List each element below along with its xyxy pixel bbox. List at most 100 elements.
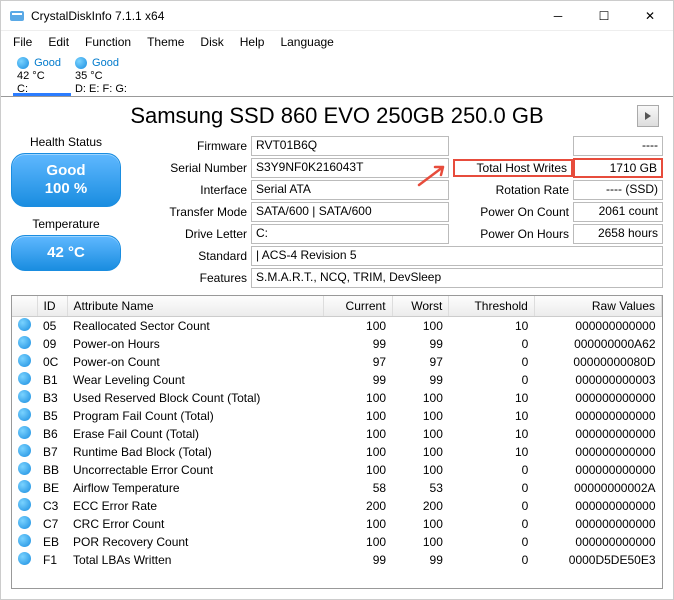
table-row[interactable]: 05Reallocated Sector Count10010010000000… [12,317,662,336]
menu-help[interactable]: Help [232,33,273,51]
cell: 100 [392,317,449,336]
temperature-badge[interactable]: 42 °C [11,235,121,271]
disk-tab-1[interactable]: Good35 °CD: E: F: G: [71,55,137,96]
column-header[interactable]: ID [37,296,67,317]
cell: 99 [392,335,449,353]
tab-status: Good [34,57,61,69]
info-value: | ACS-4 Revision 5 [251,246,663,266]
cell: Uncorrectable Error Count [67,461,324,479]
tab-letters: C: [17,83,28,95]
table-row[interactable]: C7CRC Error Count1001000000000000000 [12,515,662,533]
table-row[interactable]: 09Power-on Hours99990000000000A62 [12,335,662,353]
cell: 100 [324,407,392,425]
play-button[interactable] [637,105,659,127]
cell: 10 [449,389,534,407]
row-status-icon [12,317,37,336]
cell: 0 [449,515,534,533]
cell: 100 [324,425,392,443]
cell: 200 [324,497,392,515]
disk-header: Samsung SSD 860 EVO 250GB 250.0 GB [1,97,673,135]
disk-tab-0[interactable]: Good42 °CC: [13,55,71,96]
cell: 10 [449,407,534,425]
column-header[interactable]: Raw Values [534,296,661,317]
row-status-icon [12,407,37,425]
table-row[interactable]: BBUncorrectable Error Count1001000000000… [12,461,662,479]
health-status-label: Health Status [11,135,121,149]
info-label: Drive Letter [131,227,251,241]
cell: Total LBAs Written [67,551,324,569]
status-dot-icon [75,57,87,69]
disk-title: Samsung SSD 860 EVO 250GB 250.0 GB [130,103,543,129]
side-label: Rotation Rate [453,183,573,197]
maximize-button[interactable]: ☐ [581,1,627,31]
cell: 000000000000 [534,515,661,533]
status-panel: Health Status Good 100 % Temperature 42 … [11,135,121,289]
cell: Airflow Temperature [67,479,324,497]
minimize-button[interactable]: ─ [535,1,581,31]
menu-language[interactable]: Language [272,33,341,51]
row-status-icon [12,497,37,515]
menu-function[interactable]: Function [77,33,139,51]
cell: 00000000080D [534,353,661,371]
cell: 0 [449,497,534,515]
table-row[interactable]: B7Runtime Bad Block (Total)1001001000000… [12,443,662,461]
window-title: CrystalDiskInfo 7.1.1 x64 [31,9,535,23]
cell: Wear Leveling Count [67,371,324,389]
row-status-icon [12,443,37,461]
cell: 100 [324,317,392,336]
table-row[interactable]: B5Program Fail Count (Total)100100100000… [12,407,662,425]
info-value: RVT01B6Q [251,136,449,156]
cell: 0 [449,551,534,569]
row-status-icon [12,479,37,497]
row-status-icon [12,461,37,479]
column-header[interactable]: Threshold [449,296,534,317]
table-row[interactable]: B6Erase Fail Count (Total)10010010000000… [12,425,662,443]
cell: 99 [324,335,392,353]
cell: B5 [37,407,67,425]
tab-letters: D: E: F: G: [75,83,127,95]
table-row[interactable]: B1Wear Leveling Count99990000000000003 [12,371,662,389]
column-header[interactable] [12,296,37,317]
column-header[interactable]: Worst [392,296,449,317]
cell: 58 [324,479,392,497]
close-button[interactable]: ✕ [627,1,673,31]
table-row[interactable]: BEAirflow Temperature5853000000000002A [12,479,662,497]
table-row[interactable]: EBPOR Recovery Count1001000000000000000 [12,533,662,551]
info-label: Firmware [131,139,251,153]
menu-theme[interactable]: Theme [139,33,192,51]
health-status-badge[interactable]: Good 100 % [11,153,121,207]
cell: 10 [449,317,534,336]
cell: B7 [37,443,67,461]
cell: 05 [37,317,67,336]
cell: 100 [324,515,392,533]
row-status-icon [12,371,37,389]
menu-file[interactable]: File [5,33,40,51]
cell: BE [37,479,67,497]
column-header[interactable]: Current [324,296,392,317]
row-status-icon [12,533,37,551]
cell: 0 [449,371,534,389]
table-row[interactable]: F1Total LBAs Written999900000D5DE50E3 [12,551,662,569]
cell: 99 [324,371,392,389]
cell: 10 [449,425,534,443]
info-value: SATA/600 | SATA/600 [251,202,449,222]
cell: 99 [392,371,449,389]
cell: C7 [37,515,67,533]
info-value: Serial ATA [251,180,449,200]
table-row[interactable]: C3ECC Error Rate2002000000000000000 [12,497,662,515]
table-row[interactable]: 0CPower-on Count9797000000000080D [12,353,662,371]
cell: 00000000002A [534,479,661,497]
cell: 200 [392,497,449,515]
menu-edit[interactable]: Edit [40,33,77,51]
table-row[interactable]: B3Used Reserved Block Count (Total)10010… [12,389,662,407]
menu-disk[interactable]: Disk [192,33,231,51]
smart-table[interactable]: IDAttribute NameCurrentWorstThresholdRaw… [11,295,663,589]
cell: 53 [392,479,449,497]
info-label: Transfer Mode [131,205,251,219]
info-label: Interface [131,183,251,197]
cell: Reallocated Sector Count [67,317,324,336]
cell: 100 [392,443,449,461]
info-value: S3Y9NF0K216043T [251,158,449,178]
column-header[interactable]: Attribute Name [67,296,324,317]
cell: 99 [324,551,392,569]
